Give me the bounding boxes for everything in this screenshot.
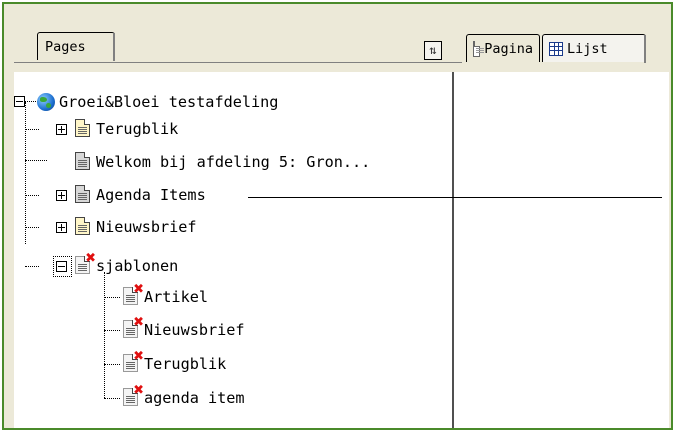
tree-node-label: sjablonen — [96, 257, 179, 275]
tab-lijst[interactable]: Lijst — [542, 34, 646, 63]
tree-connector — [25, 129, 39, 131]
tree-node-template-agenda-item[interactable]: ✖ agenda item — [122, 384, 245, 408]
template-page-icon: ✖ — [122, 283, 144, 307]
tree-node-nieuwsbrief[interactable]: Nieuwsbrief — [74, 217, 197, 237]
tree-node-label: Welkom bij afdeling 5: Gron... — [96, 153, 371, 171]
tree-connector — [25, 102, 27, 244]
tree-connector — [104, 364, 120, 366]
tree-node-sjablonen[interactable]: ✖ sjablonen — [74, 252, 179, 276]
globe-icon — [37, 93, 55, 111]
tree-connector — [25, 160, 47, 162]
tree-node-label: Groei&Bloei testafdeling — [59, 93, 279, 111]
red-x-icon: ✖ — [85, 251, 96, 266]
tab-lijst-label: Lijst — [567, 40, 608, 57]
expand-agenda-items-toggle[interactable] — [56, 190, 67, 201]
red-x-icon: ✖ — [133, 349, 144, 364]
tab-pages-label: Pages — [45, 38, 86, 55]
tab-pagina[interactable]: Pagina — [466, 34, 540, 62]
collapse-sjablonen-toggle[interactable] — [56, 261, 67, 272]
tab-pages[interactable]: Pages — [37, 32, 115, 61]
tree-node-label: agenda item — [144, 389, 245, 407]
page-icon — [74, 152, 92, 172]
collapse-root-toggle[interactable] — [14, 96, 25, 107]
tree-connector — [25, 227, 39, 229]
list-panel — [459, 72, 669, 428]
page-tree: Groei&Bloei testafdeling Terugblik Welko… — [14, 72, 448, 428]
tree-node-label: Terugblik — [96, 120, 179, 138]
template-page-icon: ✖ — [122, 350, 144, 374]
tree-connector — [25, 195, 39, 197]
expand-nieuwsbrief-toggle[interactable] — [56, 222, 67, 233]
tree-node-label: Agenda Items — [96, 186, 206, 204]
tab-pagina-label: Pagina — [484, 40, 533, 57]
annotation-pointer-line — [248, 197, 662, 198]
tree-node-root[interactable]: Groei&Bloei testafdeling — [37, 92, 278, 112]
template-page-icon: ✖ — [74, 252, 96, 276]
page-icon — [473, 40, 485, 57]
tree-node-terugblik[interactable]: Terugblik — [74, 119, 178, 139]
tree-node-welkom[interactable]: Welkom bij afdeling 5: Gron... — [74, 152, 370, 172]
refresh-button[interactable]: ⇅ — [424, 41, 442, 60]
template-page-icon: ✖ — [122, 384, 144, 408]
tree-node-label: Nieuwsbrief — [96, 218, 197, 236]
template-page-icon: ✖ — [122, 316, 144, 340]
page-icon — [74, 185, 92, 205]
tree-connector — [104, 398, 120, 400]
tab-divider — [14, 62, 462, 63]
page-icon — [74, 119, 92, 139]
expand-terugblik-toggle[interactable] — [56, 124, 67, 135]
tree-node-template-nieuwsbrief[interactable]: ✖ Nieuwsbrief — [122, 316, 245, 340]
tree-node-label: Terugblik — [144, 355, 227, 373]
tree-connector — [104, 297, 120, 299]
red-x-icon: ✖ — [133, 315, 144, 330]
tree-connector — [104, 330, 120, 332]
red-x-icon: ✖ — [133, 282, 144, 297]
tree-node-agenda-items[interactable]: Agenda Items — [74, 185, 206, 205]
window-frame: Pages ⇅ Pagina Lijst Groei&Bloei testafd… — [2, 2, 673, 430]
refresh-icon: ⇅ — [429, 43, 437, 57]
page-icon — [74, 217, 92, 237]
tree-node-template-artikel[interactable]: ✖ Artikel — [122, 283, 209, 307]
tree-node-label: Artikel — [144, 288, 209, 306]
splitter-bar — [452, 72, 454, 428]
list-grid-icon — [549, 41, 563, 56]
tree-node-label: Nieuwsbrief — [144, 321, 245, 339]
tree-node-template-terugblik[interactable]: ✖ Terugblik — [122, 350, 227, 374]
pages-tree-panel: Groei&Bloei testafdeling Terugblik Welko… — [14, 72, 448, 428]
tree-connector — [25, 266, 39, 268]
tree-connector — [104, 272, 106, 398]
red-x-icon: ✖ — [133, 383, 144, 398]
